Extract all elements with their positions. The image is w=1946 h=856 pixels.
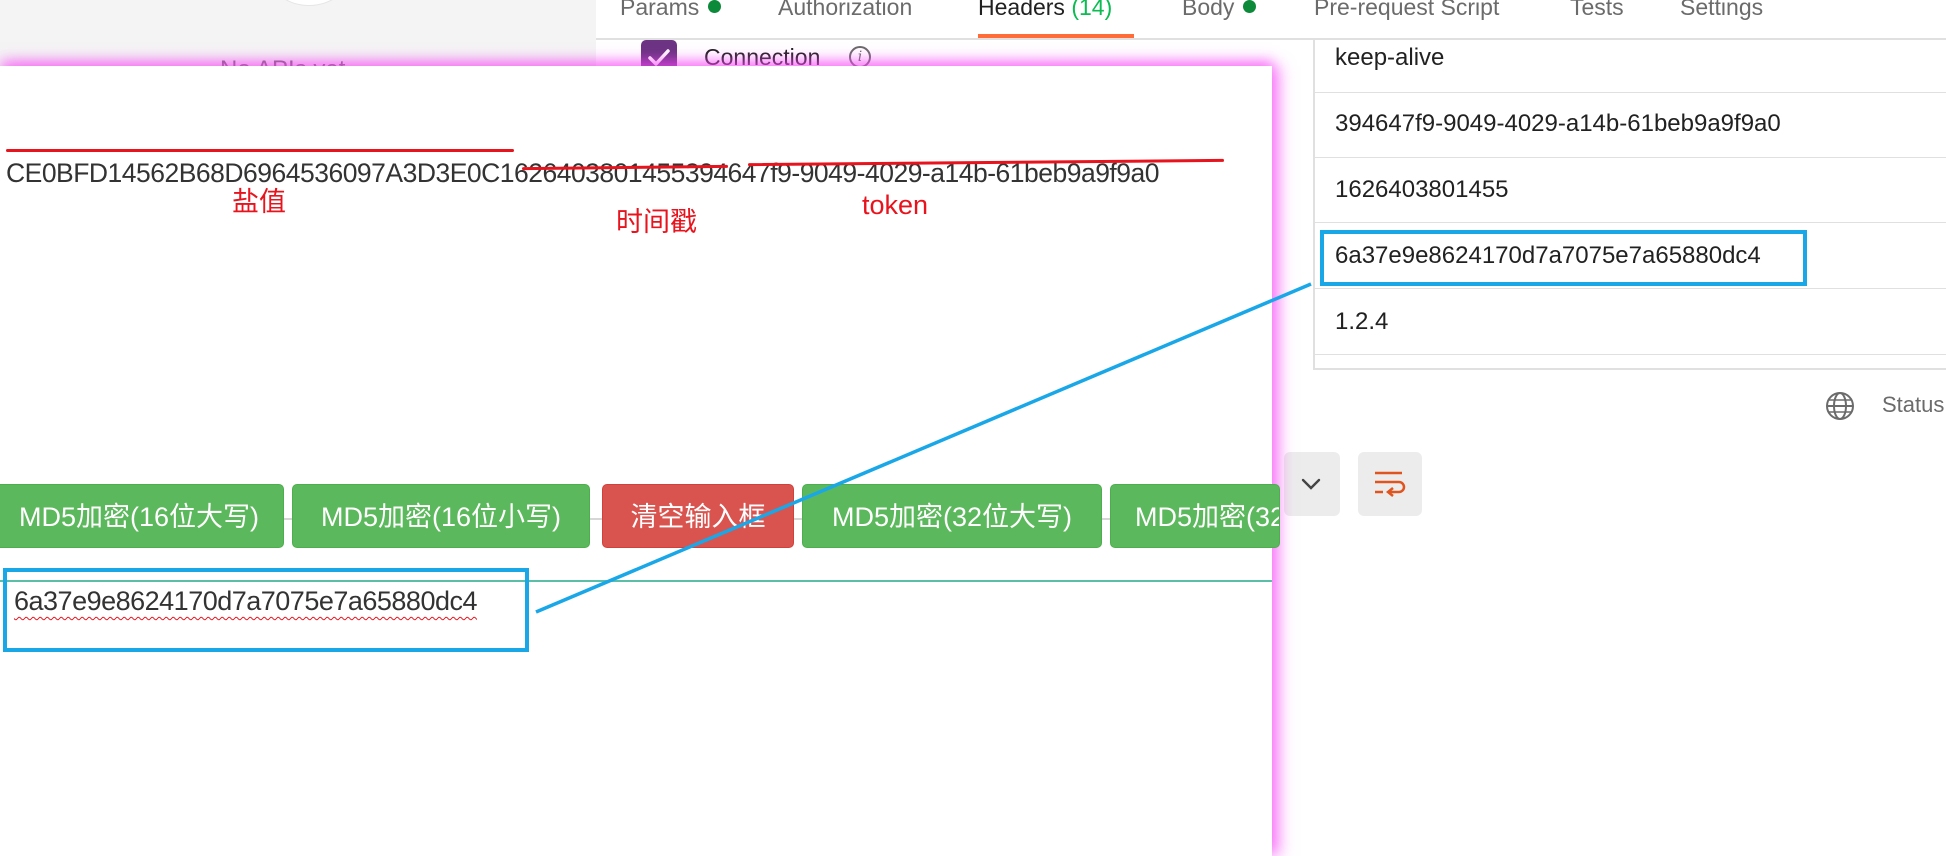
highlight-connector-line <box>535 282 1312 614</box>
